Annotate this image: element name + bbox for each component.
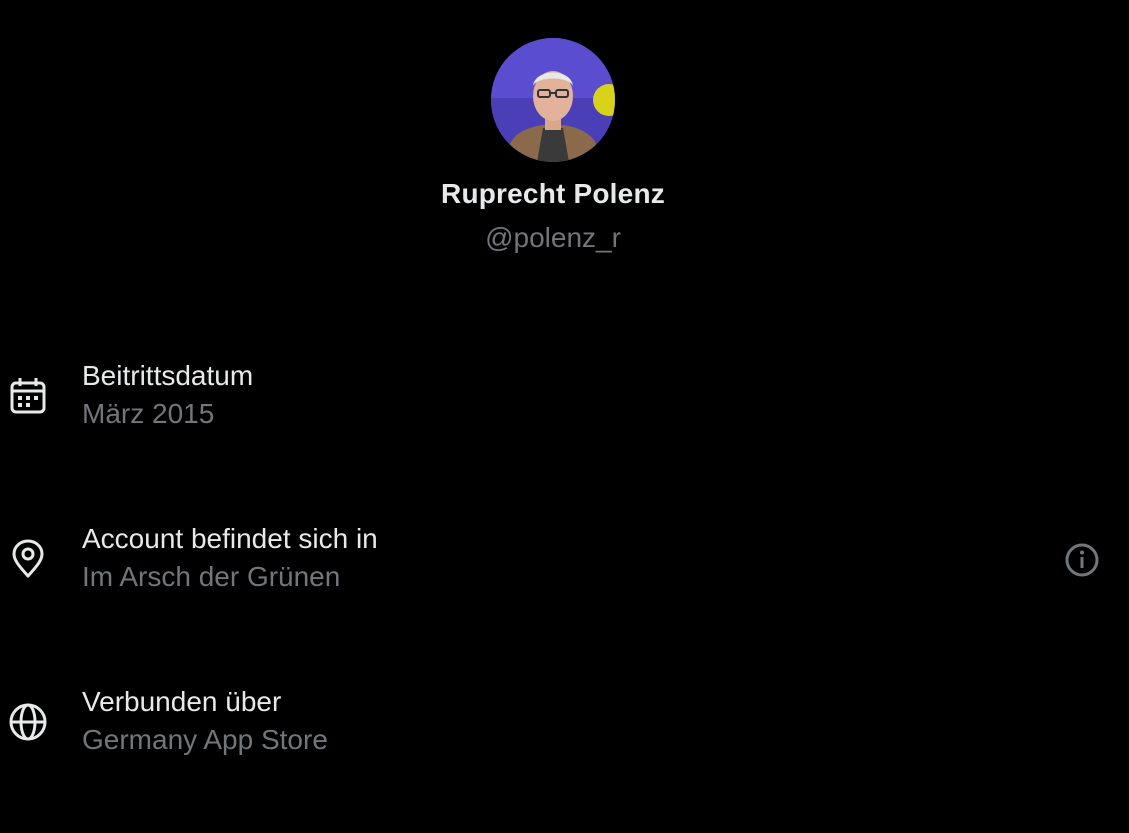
account-location-row: Account befindet sich in Im Arsch der Gr… <box>0 521 1129 601</box>
info-icon[interactable] <box>1063 541 1101 579</box>
display-name: Ruprecht Polenz <box>441 178 665 209</box>
joined-date-value: März 2015 <box>82 398 215 429</box>
calendar-icon <box>8 376 48 416</box>
user-handle: @polenz_r <box>485 222 621 253</box>
location-pin-icon <box>8 539 48 579</box>
account-location-label: Account befindet sich in <box>82 523 378 554</box>
joined-date-row: Beitrittsdatum März 2015 <box>0 358 1129 438</box>
account-location-value: Im Arsch der Grünen <box>82 561 341 592</box>
joined-date-label: Beitrittsdatum <box>82 360 254 391</box>
globe-icon <box>8 702 48 742</box>
avatar[interactable] <box>491 38 615 162</box>
connected-via-value: Germany App Store <box>82 724 328 755</box>
connected-via-row: Verbunden über Germany App Store <box>0 684 1129 764</box>
avatar-photo <box>491 38 615 162</box>
profile-header: Ruprecht Polenz @polenz_r <box>0 0 1129 260</box>
connected-via-label: Verbunden über <box>82 686 282 717</box>
